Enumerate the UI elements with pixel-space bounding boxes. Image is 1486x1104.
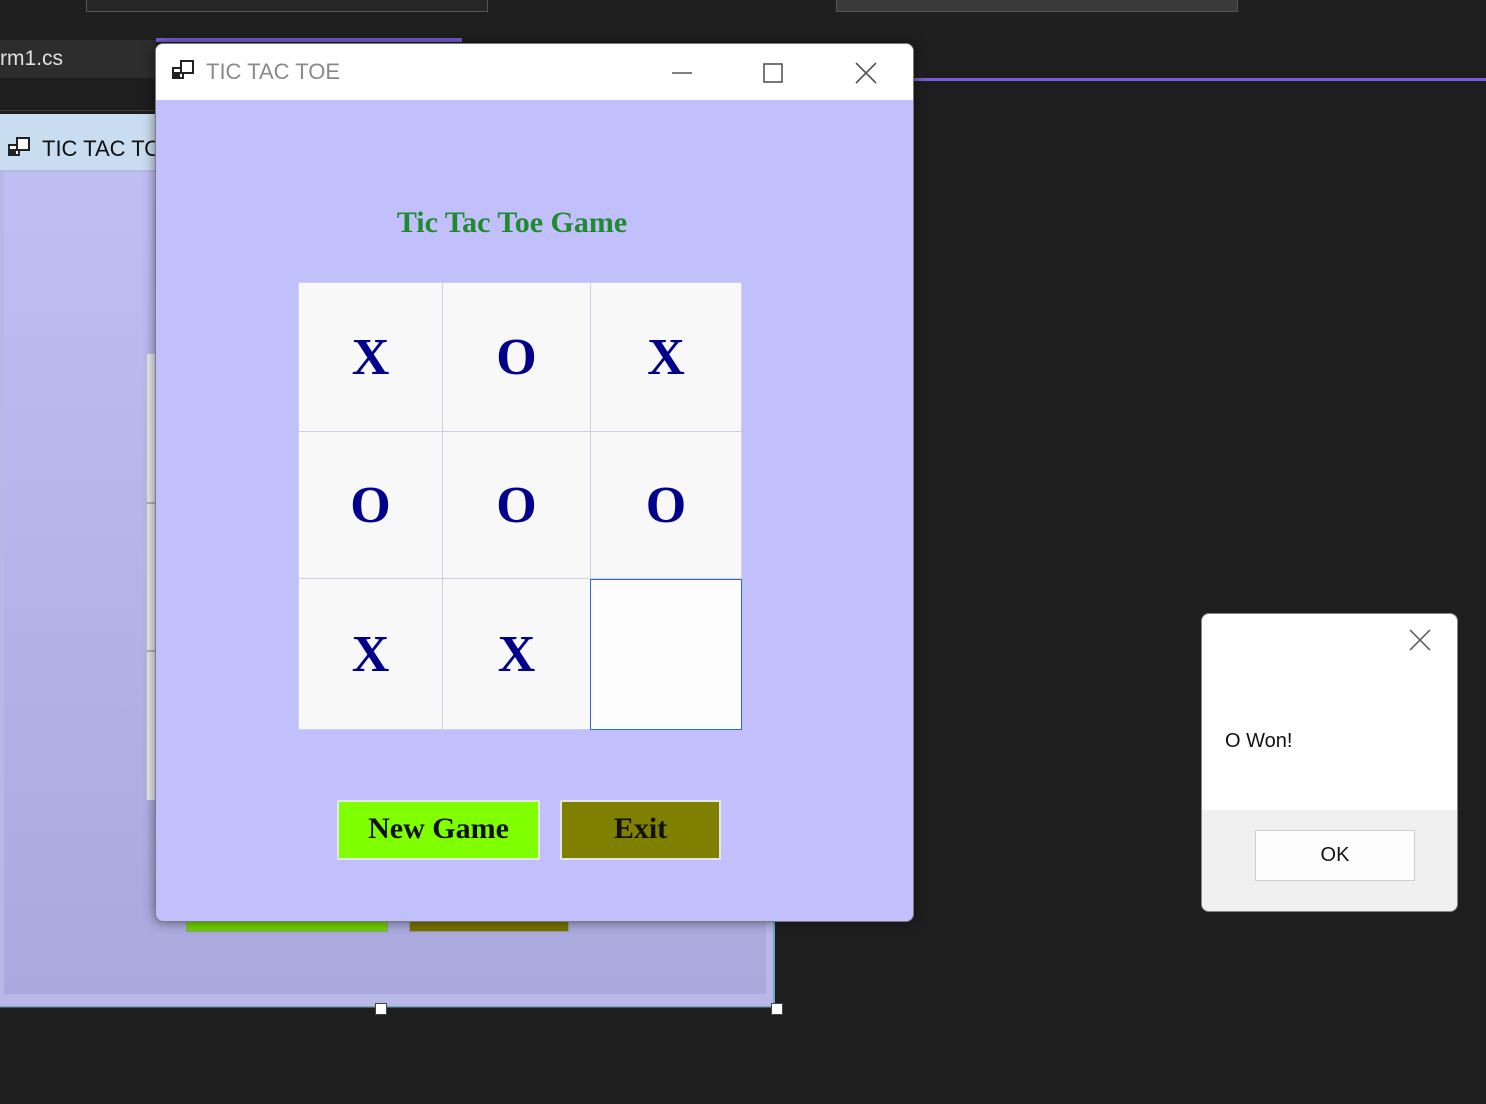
- message-box: O Won! OK: [1201, 613, 1458, 912]
- ide-tab-form1[interactable]: rm1.cs: [0, 40, 156, 78]
- minimize-button[interactable]: [637, 44, 727, 100]
- board-cell-r1c1[interactable]: X: [298, 282, 443, 432]
- ok-button[interactable]: OK: [1255, 830, 1415, 881]
- maximize-button[interactable]: [728, 44, 818, 100]
- board-cell-r2c1[interactable]: O: [298, 431, 443, 579]
- designer-form-title: TIC TAC TO: [42, 136, 162, 161]
- designer-selection-border: [0, 1007, 778, 1008]
- resize-handle[interactable]: [375, 1003, 387, 1015]
- exit-button[interactable]: Exit: [560, 800, 721, 860]
- close-icon: [1409, 629, 1431, 651]
- game-heading: Tic Tac Toe Game: [396, 206, 628, 239]
- board-cell-r3c1[interactable]: X: [298, 578, 443, 730]
- minimize-icon: [672, 72, 692, 74]
- ide-toolbar-field-secondary[interactable]: [836, 0, 1238, 12]
- board-cell-r3c2[interactable]: X: [442, 578, 591, 730]
- resize-handle[interactable]: [771, 1003, 783, 1015]
- message-box-close-button[interactable]: [1408, 626, 1432, 660]
- game-window: TIC TAC TOE Tic Tac Toe Game X O X O O O…: [155, 43, 914, 922]
- designer-app-icon: [8, 137, 30, 156]
- maximize-icon: [763, 63, 783, 83]
- board-cell-r2c2[interactable]: O: [442, 431, 591, 579]
- board-cell-r1c2[interactable]: O: [442, 282, 591, 432]
- message-text: O Won!: [1225, 730, 1293, 752]
- new-game-button[interactable]: New Game: [337, 800, 540, 860]
- ide-toolbar-field[interactable]: [86, 0, 488, 12]
- close-icon: [855, 62, 877, 84]
- ide-divider: [0, 110, 156, 111]
- board-cell-r3c3[interactable]: [590, 579, 742, 730]
- window-title: TIC TAC TOE: [206, 59, 341, 84]
- board-cell-r1c3[interactable]: X: [590, 282, 742, 432]
- ide-active-tab-indicator: [156, 38, 462, 42]
- window-titlebar[interactable]: TIC TAC TOE: [156, 44, 913, 100]
- ide-accent-line: [912, 78, 1486, 81]
- close-button[interactable]: [821, 44, 911, 100]
- ide-tab-label: rm1.cs: [0, 47, 63, 70]
- board-cell-r2c3[interactable]: O: [590, 431, 742, 579]
- app-icon: [172, 60, 194, 79]
